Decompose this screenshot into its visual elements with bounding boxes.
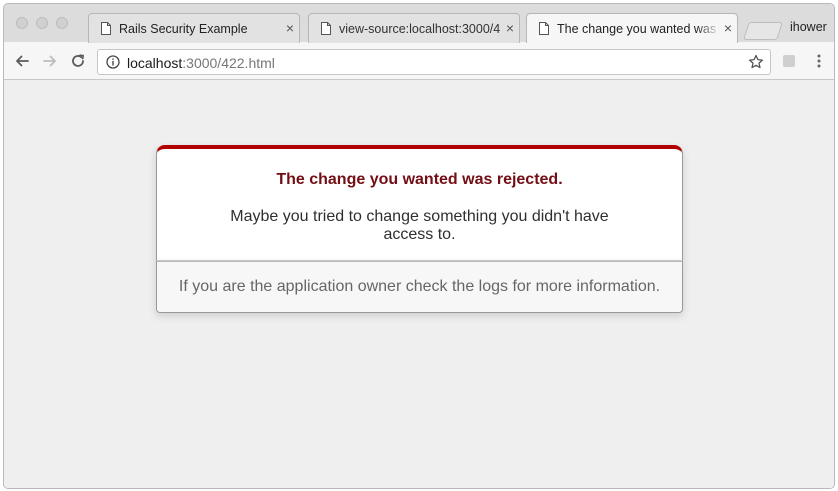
document-icon	[101, 22, 111, 35]
extension-icon[interactable]	[783, 55, 795, 67]
dialog-main: The change you wanted was rejected. Mayb…	[156, 145, 683, 261]
tab-strip: Rails Security Example × view-source:loc…	[4, 4, 834, 43]
minimize-window-button[interactable]	[36, 17, 48, 29]
forward-arrow-icon[interactable]	[42, 53, 58, 69]
document-icon	[539, 22, 549, 35]
close-tab-icon[interactable]: ×	[503, 20, 517, 36]
profile-name[interactable]: ihower	[790, 20, 827, 34]
error-dialog: The change you wanted was rejected. Mayb…	[156, 145, 683, 313]
close-tab-icon[interactable]: ×	[283, 20, 297, 36]
tab-view-source[interactable]: view-source:localhost:3000/4 ×	[308, 13, 520, 43]
bookmark-star-icon[interactable]	[748, 54, 764, 70]
url-path: :3000/422.html	[182, 55, 275, 71]
error-title: The change you wanted was rejected.	[276, 171, 563, 188]
url-host: localhost	[127, 55, 183, 71]
tab-title: The change you wanted was	[557, 22, 717, 36]
back-arrow-icon[interactable]	[14, 53, 30, 69]
close-window-button[interactable]	[16, 17, 28, 29]
browser-window: Rails Security Example × view-source:loc…	[3, 3, 835, 489]
reload-icon[interactable]	[70, 53, 86, 69]
error-message: Maybe you tried to change something you …	[230, 208, 609, 243]
tab-change-rejected[interactable]: The change you wanted was ×	[526, 13, 738, 43]
dialog-footer: If you are the application owner check t…	[156, 261, 683, 313]
footer-text: If you are the application owner check t…	[178, 278, 661, 295]
tab-rails-security-example[interactable]: Rails Security Example ×	[88, 13, 300, 43]
browser-toolbar: localhost:3000/422.html	[4, 42, 834, 80]
document-icon	[321, 22, 331, 35]
new-tab-button[interactable]	[743, 22, 783, 40]
menu-dots-icon[interactable]	[812, 52, 826, 70]
info-icon[interactable]	[106, 55, 120, 69]
tab-title: view-source:localhost:3000/4	[339, 22, 501, 36]
tab-title: Rails Security Example	[119, 22, 248, 36]
page-viewport: The change you wanted was rejected. Mayb…	[4, 81, 834, 488]
url-text[interactable]: localhost:3000/422.html	[127, 55, 275, 71]
close-tab-icon[interactable]: ×	[721, 20, 735, 36]
zoom-window-button[interactable]	[56, 17, 68, 29]
address-bar[interactable]: localhost:3000/422.html	[97, 49, 771, 75]
